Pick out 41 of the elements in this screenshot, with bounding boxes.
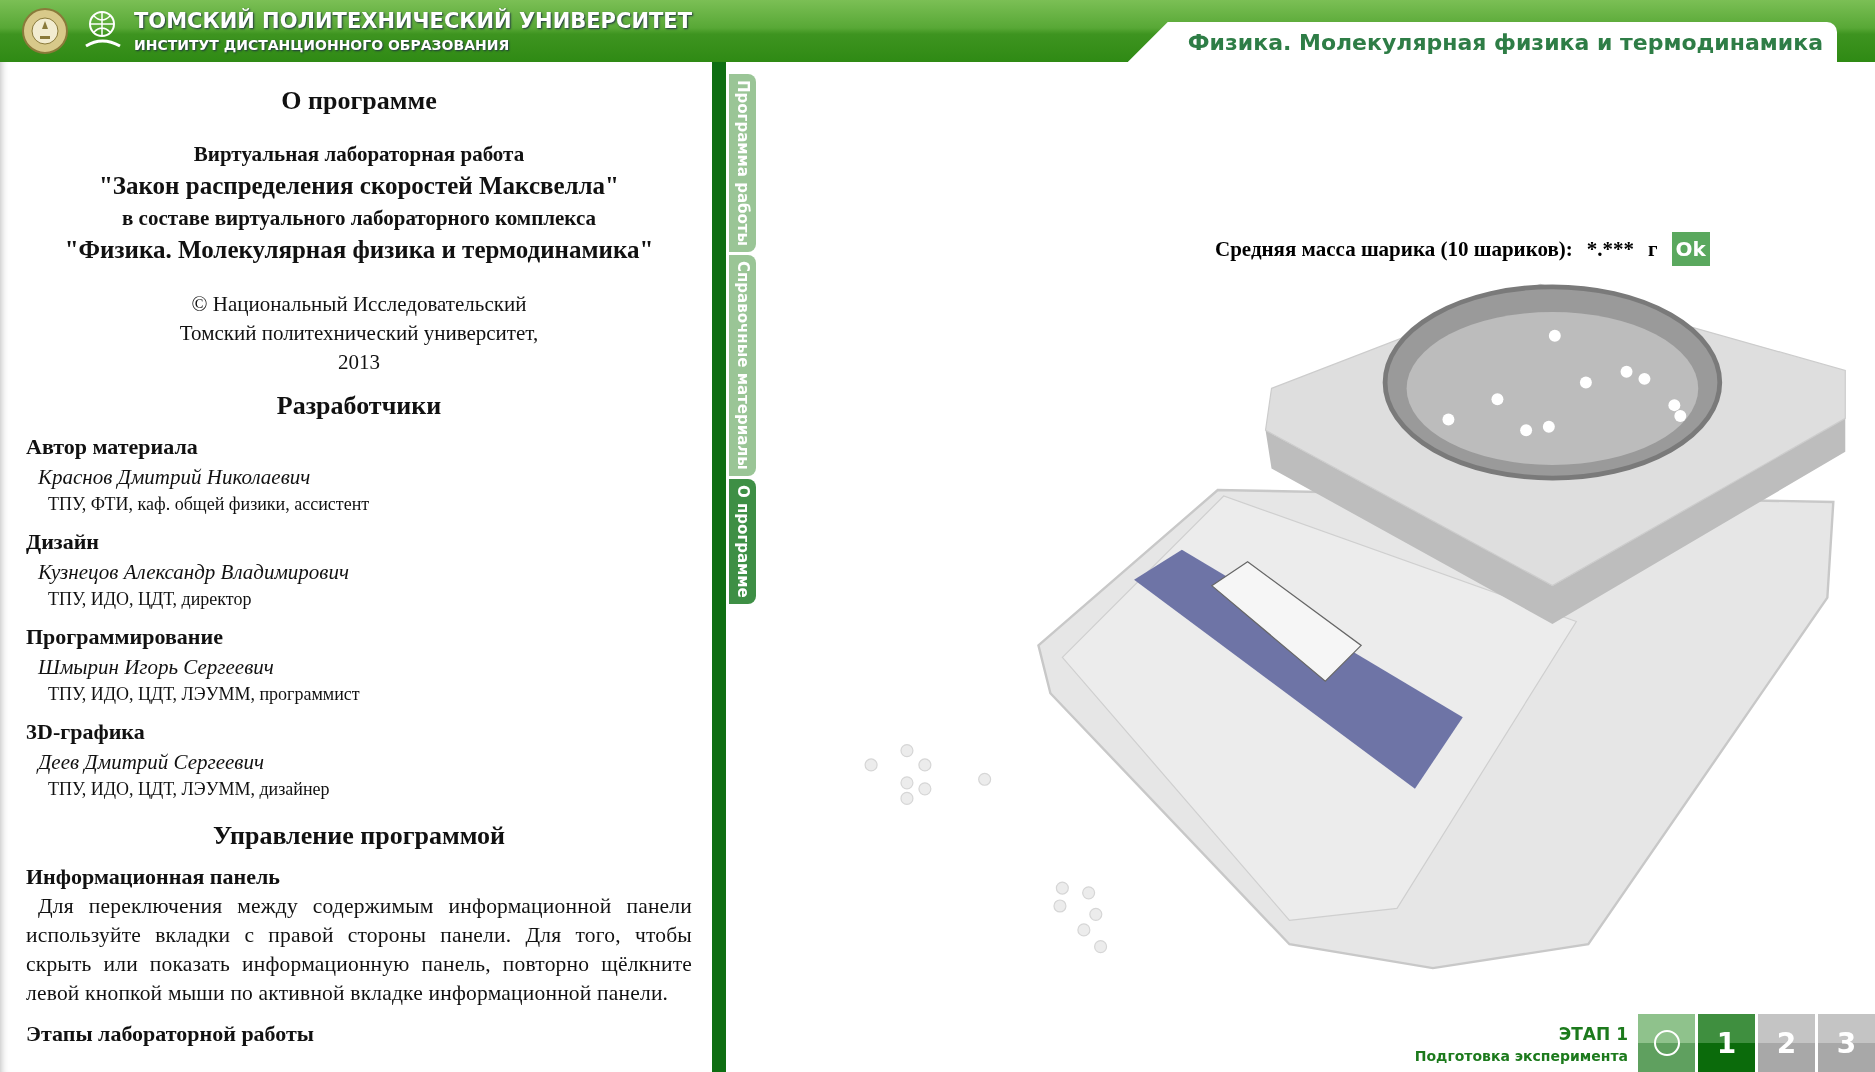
- panel-title: О программе: [280, 86, 438, 116]
- intro-line: Виртуальная лабораторная работа: [192, 141, 526, 168]
- stage-button[interactable]: 1: [1698, 1014, 1755, 1072]
- developer-name: Шмырин Игорь Сергеевич: [38, 654, 275, 681]
- panel-tab[interactable]: Справочные материалы: [729, 255, 756, 476]
- stage-title: ЭТАП 1: [1558, 1024, 1628, 1044]
- developer-affiliation: ТПУ, ФТИ, каф. общей физики, ассистент: [48, 493, 371, 516]
- panel-tab[interactable]: О программе: [729, 478, 756, 604]
- panel-splitter[interactable]: [712, 62, 729, 1072]
- developer-name: Деев Дмитрий Сергеевич: [38, 749, 265, 776]
- unit-label: г: [1648, 236, 1658, 262]
- developer-name: Кузнецов Александр Владимирович: [38, 559, 350, 586]
- developer-affiliation: ТПУ, ИДО, ЦДТ, директор: [48, 588, 253, 611]
- mass-value: *.***: [1586, 236, 1635, 262]
- panel-tab[interactable]: Программа работы: [729, 74, 756, 253]
- intro-line: в составе виртуального лабораторного комплекса: [120, 205, 598, 232]
- developer-name: Краснов Дмитрий Николаевич: [38, 464, 312, 491]
- section-title: Разработчики: [275, 391, 443, 421]
- developer-affiliation: ТПУ, ИДО, ЦДТ, ЛЭУММ, дизайнер: [48, 778, 331, 801]
- help-paragraph: Для переключения между содержимым информационной панели используйте вкладки с правой стороны панели. Для того, чтобы скрыть или показать информационную панель, повторно щёлкните левой кнопкой мыши по активной вкладке информационной панели.: [26, 893, 692, 1007]
- institute-name: ИНСТИТУТ ДИСТАНЦИОННОГО ОБРАЗОВАНИЯ: [134, 37, 511, 53]
- ok-button[interactable]: Ok: [1671, 232, 1710, 266]
- role-heading: Программирование: [26, 624, 224, 650]
- university-name: ТОМСКИЙ ПОЛИТЕХНИЧЕСКИЙ УНИВЕРСИТЕТ: [134, 9, 692, 33]
- emblem-icon: [20, 6, 70, 56]
- role-heading: 3D-графика: [26, 719, 146, 745]
- developer-affiliation: ТПУ, ИДО, ЦДТ, ЛЭУММ, программист: [48, 683, 361, 706]
- intro-line: "Физика. Молекулярная физика и термодинамика": [63, 235, 655, 265]
- copyright-line: © Национальный Исследовательский: [190, 291, 528, 318]
- circle-icon: [1652, 1029, 1681, 1057]
- role-heading: Дизайн: [26, 529, 100, 555]
- role-heading: Автор материала: [26, 434, 199, 460]
- subsection-heading: Этапы лабораторной работы: [26, 1021, 316, 1047]
- mass-label: Средняя масса шарика (10 шариков):: [1215, 236, 1573, 262]
- copyright-line: 2013: [337, 349, 381, 376]
- section-title: Управление программой: [212, 821, 506, 851]
- intro-line: "Закон распределения скоростей Максвелла": [97, 171, 620, 201]
- subsection-heading: Информационная панель: [26, 864, 281, 890]
- copyright-line: Томский политехнический университет,: [178, 320, 540, 347]
- stage-subtitle: Подготовка эксперимента: [1414, 1048, 1628, 1064]
- stage-button[interactable]: [1638, 1014, 1695, 1072]
